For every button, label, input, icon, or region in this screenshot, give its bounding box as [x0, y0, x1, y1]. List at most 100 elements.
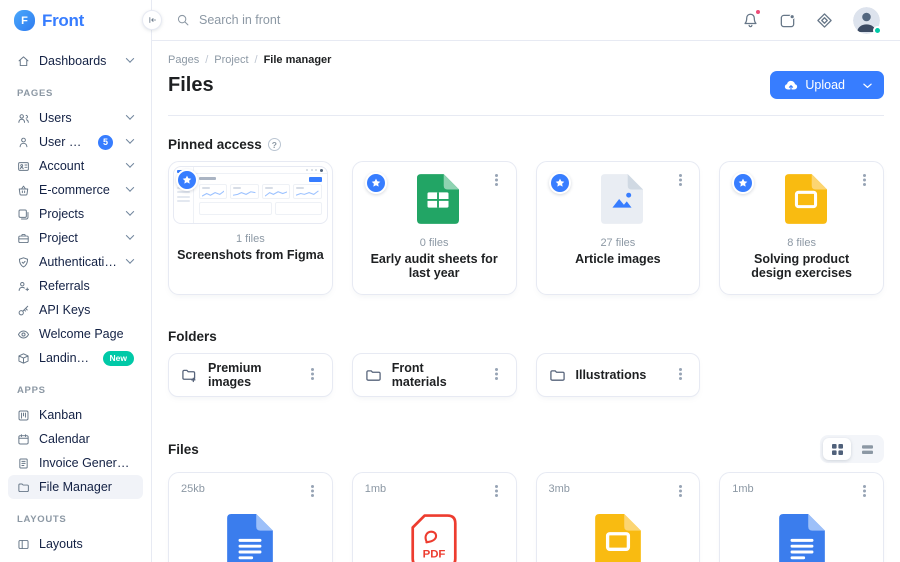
- list-view-button[interactable]: [853, 438, 881, 460]
- account-avatar[interactable]: [853, 7, 880, 34]
- sidebar-item-ecommerce[interactable]: E-commerce: [8, 178, 143, 202]
- sidebar-item-file-manager[interactable]: File Manager: [8, 475, 143, 499]
- thumb-main: [194, 167, 327, 223]
- upload-dropdown-toggle[interactable]: [855, 74, 884, 96]
- folder-plus-icon: [181, 367, 198, 384]
- pinned-access-title: Pinned access: [168, 137, 262, 152]
- pin-star-badge[interactable]: [176, 169, 198, 191]
- pinned-card-name: Solving product design exercises: [732, 252, 871, 280]
- list-view-icon: [861, 443, 874, 456]
- breadcrumb-link-project[interactable]: Project: [214, 54, 248, 66]
- people-icon: [17, 112, 30, 125]
- cloud-upload-icon: [784, 80, 798, 91]
- sidebar-item-dashboards[interactable]: Dashboards: [8, 49, 143, 73]
- page-title: Files: [168, 74, 214, 97]
- activity-button[interactable]: [779, 12, 796, 29]
- view-toggle: [820, 435, 884, 463]
- upload-button-label: Upload: [805, 78, 845, 92]
- card-menu-button[interactable]: [306, 483, 320, 501]
- pinned-card[interactable]: 0 files Early audit sheets for last year: [352, 161, 517, 295]
- sidebar-item-user-profile[interactable]: User Profile 5: [8, 130, 143, 154]
- docs-file-icon: [732, 514, 871, 562]
- sidebar-item-label: Landing Page: [39, 351, 94, 365]
- card-menu-button[interactable]: [857, 172, 871, 190]
- pin-star-badge[interactable]: [365, 172, 387, 194]
- topbar-actions: [742, 7, 880, 34]
- breadcrumb-current: File manager: [264, 54, 332, 66]
- sidebar-item-label: Authentication: [39, 255, 117, 269]
- sidebar-item-projects[interactable]: Projects: [8, 202, 143, 226]
- folder-card[interactable]: Premium images: [168, 353, 333, 397]
- folder-icon: [17, 481, 30, 494]
- sidebar-item-label: API Keys: [39, 303, 134, 317]
- sidebar-collapse-button[interactable]: [142, 10, 162, 30]
- sidebar: F Front Dashboards PAGES Users User Prof…: [0, 0, 152, 562]
- apps-button[interactable]: [816, 12, 833, 29]
- sidebar-item-calendar[interactable]: Calendar: [8, 427, 143, 451]
- sidebar-item-layouts[interactable]: Layouts: [8, 532, 143, 556]
- app-window: F Front Dashboards PAGES Users User Prof…: [0, 0, 900, 562]
- sidebar-item-authentication[interactable]: Authentication: [8, 250, 143, 274]
- eye-icon: [17, 328, 30, 341]
- collapse-icon: [147, 15, 157, 25]
- card-menu-button[interactable]: [490, 483, 504, 501]
- person-plus-icon: [17, 280, 30, 293]
- global-search[interactable]: [176, 13, 742, 27]
- card-menu-button[interactable]: [490, 172, 504, 190]
- sidebar-item-label: Calendar: [39, 432, 134, 446]
- chevron-down-icon: [863, 83, 872, 89]
- pin-star-badge[interactable]: [732, 172, 754, 194]
- nav-group-header-pages: PAGES: [0, 73, 151, 106]
- file-card[interactable]: 1mb PDF Dashboard layout flow Updated 1 …: [352, 472, 517, 562]
- card-menu-button[interactable]: [673, 172, 687, 190]
- card-menu-button[interactable]: [490, 366, 504, 384]
- file-card[interactable]: 3mb WordPress theme presentation Updated…: [536, 472, 701, 562]
- notifications-button[interactable]: [742, 12, 759, 29]
- sidebar-item-label: Project: [39, 231, 117, 245]
- pinned-card-name: Screenshots from Figma: [173, 248, 328, 262]
- sidebar-item-account[interactable]: Account: [8, 154, 143, 178]
- sidebar-item-project[interactable]: Project: [8, 226, 143, 250]
- chevron-down-icon: [126, 114, 134, 122]
- search-input[interactable]: [199, 13, 479, 27]
- file-card[interactable]: 1mb Untitled Updated 5 hours ago: [719, 472, 884, 562]
- sidebar-item-kanban[interactable]: Kanban: [8, 403, 143, 427]
- pinned-card[interactable]: 27 files Article images: [536, 161, 701, 295]
- pinned-access-header: Pinned access ?: [168, 137, 884, 152]
- main-area: Pages / Project / File manager Files Upl…: [152, 0, 900, 562]
- sidebar-item-users[interactable]: Users: [8, 106, 143, 130]
- card-menu-button[interactable]: [857, 483, 871, 501]
- upload-button[interactable]: Upload: [770, 71, 855, 99]
- sidebar-item-api-keys[interactable]: API Keys: [8, 298, 143, 322]
- pinned-card-name: Early audit sheets for last year: [365, 252, 504, 280]
- pinned-card[interactable]: 8 files Solving product design exercises: [719, 161, 884, 295]
- grid-view-icon: [831, 443, 844, 456]
- chevron-down-icon: [126, 162, 134, 170]
- pin-star-badge[interactable]: [549, 172, 571, 194]
- card-menu-button[interactable]: [673, 366, 687, 384]
- folder-card[interactable]: Front materials: [352, 353, 517, 397]
- help-icon[interactable]: ?: [268, 138, 281, 151]
- sidebar-item-referrals[interactable]: Referrals: [8, 274, 143, 298]
- id-card-icon: [17, 160, 30, 173]
- svg-text:PDF: PDF: [423, 549, 446, 561]
- sidebar-item-landing-page[interactable]: Landing Page New: [8, 346, 143, 370]
- sidebar-item-label: Welcome Page: [39, 327, 134, 341]
- card-menu-button[interactable]: [306, 366, 320, 384]
- house-icon: [17, 55, 30, 68]
- pinned-card[interactable]: 1 files Screenshots from Figma: [168, 161, 333, 295]
- folder-card[interactable]: Illustrations: [536, 353, 701, 397]
- grid-view-button[interactable]: [823, 438, 851, 460]
- kebab-menu-icon: [311, 485, 314, 488]
- file-card[interactable]: 25kb WordPress contract terms Updated 50…: [168, 472, 333, 562]
- nav-group-header-apps: APPS: [0, 370, 151, 403]
- sidebar-item-welcome-page[interactable]: Welcome Page: [8, 322, 143, 346]
- sidebar-item-invoice-generator[interactable]: Invoice Generator: [8, 451, 143, 475]
- card-menu-button[interactable]: [673, 483, 687, 501]
- breadcrumb-link-pages[interactable]: Pages: [168, 54, 199, 66]
- kebab-menu-icon: [863, 174, 866, 177]
- brand-logo[interactable]: F Front: [0, 0, 151, 41]
- folder-icon: [549, 367, 566, 384]
- stickies-icon: [17, 208, 30, 221]
- topbar: [152, 0, 900, 41]
